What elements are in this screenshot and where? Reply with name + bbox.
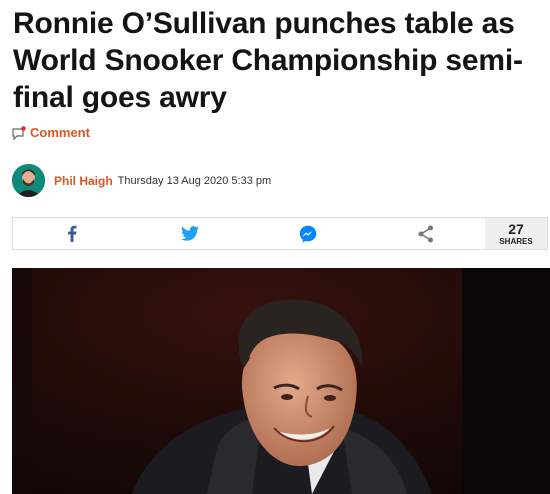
comment-label: Comment (30, 125, 90, 140)
publish-date: Thursday 13 Aug 2020 5:33 pm (117, 174, 272, 187)
author-avatar[interactable] (12, 164, 45, 197)
share-twitter-button[interactable] (131, 218, 249, 249)
comment-icon (12, 125, 26, 140)
messenger-icon (299, 225, 317, 242)
article-photo (12, 268, 550, 494)
share-messenger-button[interactable] (249, 218, 367, 249)
byline: Phil Haigh Thursday 13 Aug 2020 5:33 pm (12, 164, 271, 197)
share-count-number: 27 (508, 220, 524, 237)
comment-link[interactable]: Comment (12, 125, 90, 140)
share-bar: 27 SHARES (12, 217, 548, 250)
twitter-icon (181, 226, 199, 241)
share-count: 27 SHARES (485, 218, 547, 249)
share-facebook-button[interactable] (13, 218, 131, 249)
share-count-label: SHARES (499, 236, 533, 246)
facebook-icon (68, 225, 77, 242)
share-icon (418, 225, 433, 242)
share-more-button[interactable] (367, 218, 485, 249)
article-headline: Ronnie O’Sullivan punches table as World… (13, 7, 523, 114)
author-link[interactable]: Phil Haigh (54, 174, 113, 188)
snooker-player-image (12, 268, 550, 494)
